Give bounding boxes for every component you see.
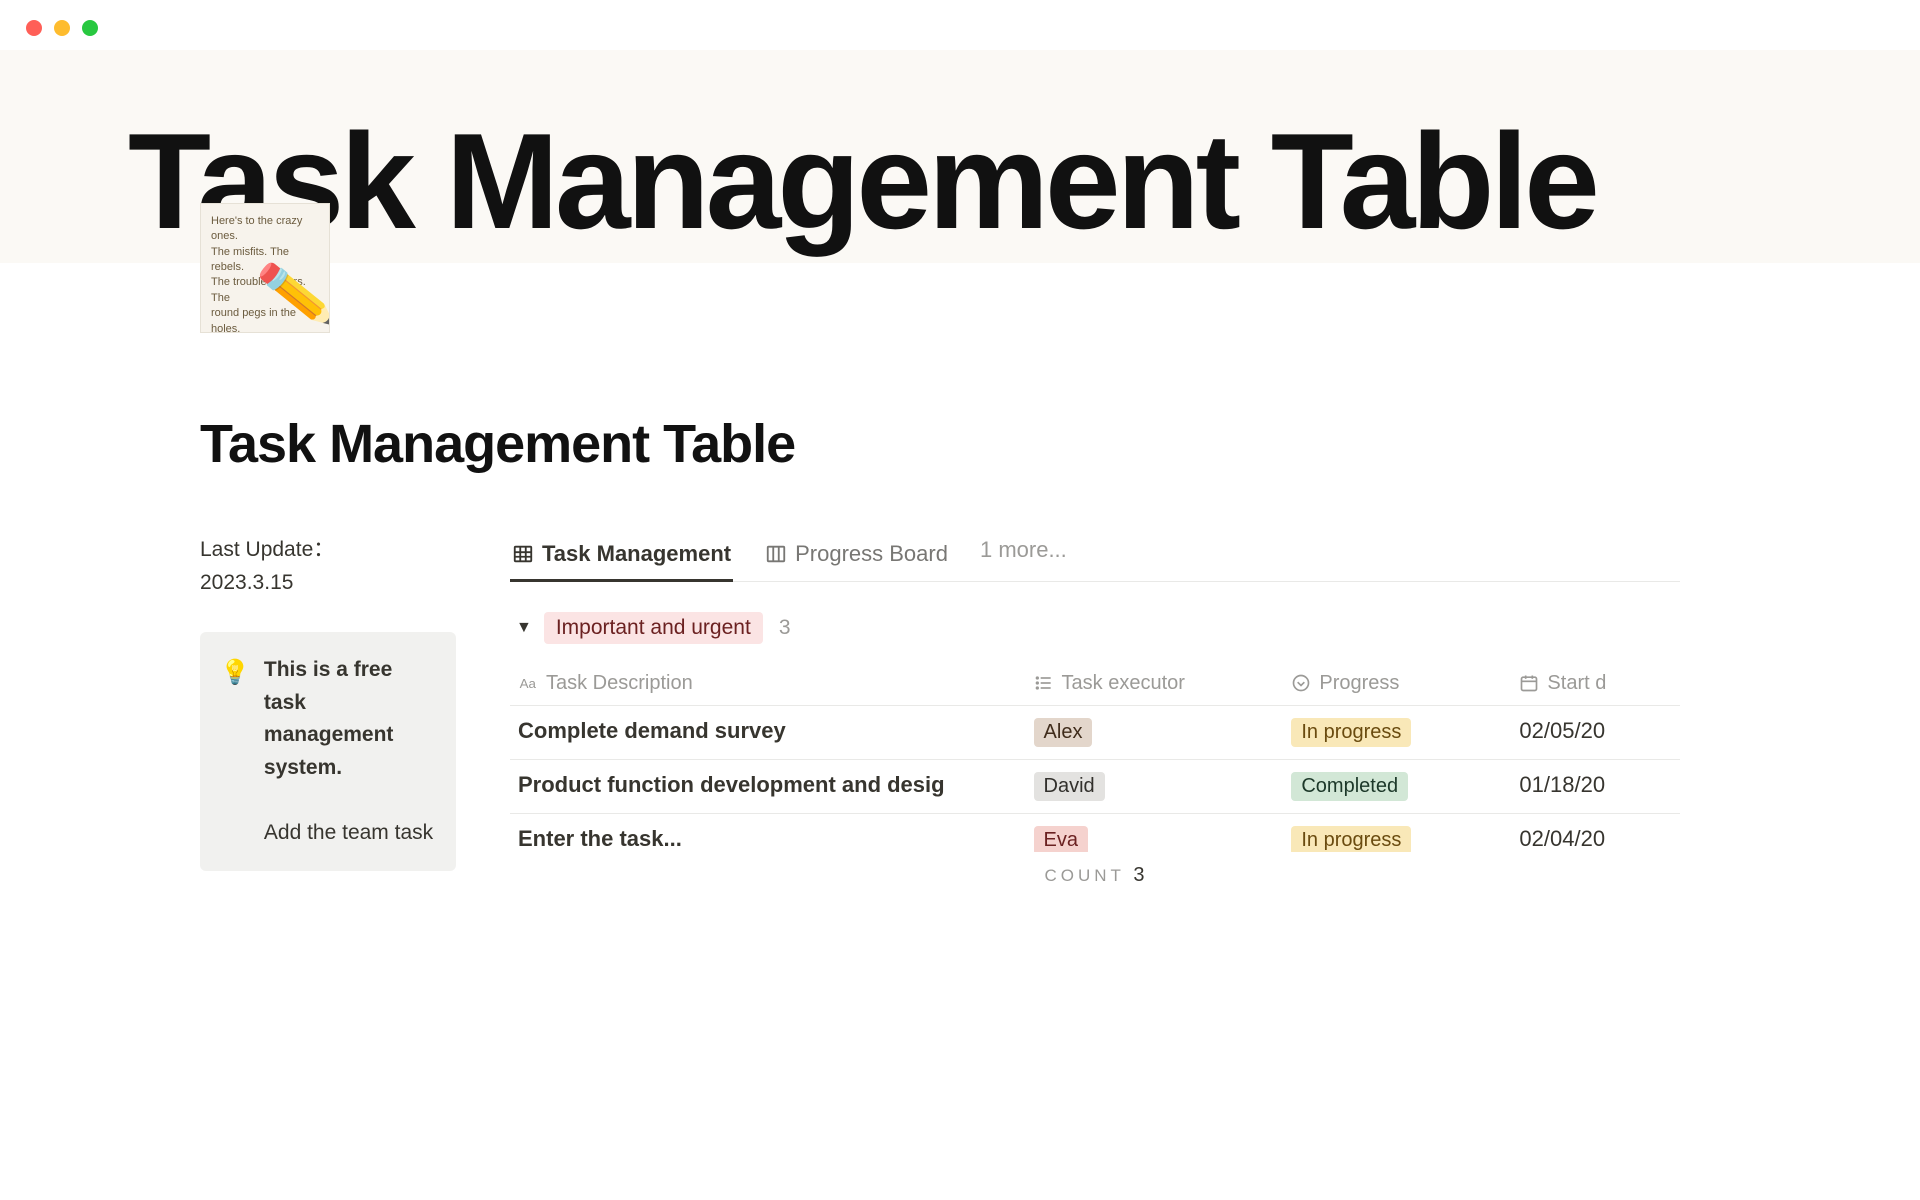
- info-callout[interactable]: 💡 This is a free task management system.…: [200, 632, 456, 871]
- left-column: Last Update： 2023.3.15 💡 This is a free …: [200, 533, 456, 871]
- close-window-icon[interactable]: [26, 20, 42, 36]
- cell-task-description[interactable]: Product function development and desig: [510, 772, 1026, 801]
- table-row[interactable]: Product function development and desig Da…: [510, 760, 1680, 814]
- column-progress[interactable]: Progress: [1283, 672, 1511, 695]
- more-views[interactable]: 1 more...: [980, 537, 1067, 577]
- executor-tag: Eva: [1034, 826, 1088, 852]
- right-column: Task Management Progress Board 1 more...: [510, 533, 1680, 887]
- executor-tag: David: [1034, 772, 1105, 801]
- table-body: Complete demand survey Alex In progress 02/…: [510, 706, 1680, 852]
- minimize-window-icon[interactable]: [54, 20, 70, 36]
- callout-rest: Add the team task: [264, 821, 433, 844]
- cell-progress[interactable]: Completed: [1283, 772, 1511, 801]
- group-header: ▼ Important and urgent 3: [510, 612, 1680, 644]
- callout-body: This is a free task management system. A…: [264, 654, 436, 849]
- text-icon: Aa: [518, 673, 538, 693]
- page-title[interactable]: Task Management Table: [200, 413, 1680, 475]
- cell-task-description[interactable]: Enter the task...: [510, 826, 1026, 852]
- tab-label: Progress Board: [795, 541, 948, 567]
- column-task-executor[interactable]: Task executor: [1026, 672, 1284, 695]
- cell-start-date[interactable]: 02/05/20: [1511, 718, 1680, 747]
- tab-label: Task Management: [542, 541, 731, 567]
- svg-text:Aa: Aa: [520, 676, 537, 691]
- hero-banner: Task Management Table Here's to the craz…: [0, 50, 1920, 263]
- pencil-icon: ✏️: [253, 249, 330, 333]
- count-value: 3: [1133, 864, 1145, 886]
- column-label: Progress: [1319, 672, 1399, 695]
- cell-start-date[interactable]: 02/04/20: [1511, 826, 1680, 852]
- table-row[interactable]: Enter the task... Eva In progress 02/04/20: [510, 814, 1680, 852]
- progress-tag: In progress: [1291, 826, 1411, 852]
- column-label: Task Description: [546, 672, 693, 695]
- list-icon: [1034, 673, 1054, 693]
- tab-progress-board[interactable]: Progress Board: [763, 533, 950, 581]
- table-header-row: Aa Task Description Task executor: [510, 662, 1680, 706]
- progress-tag: In progress: [1291, 718, 1411, 747]
- table-row[interactable]: Complete demand survey Alex In progress 02/…: [510, 706, 1680, 760]
- board-icon: [765, 543, 787, 565]
- group-count: 3: [779, 616, 791, 640]
- cell-task-executor[interactable]: Eva: [1026, 826, 1284, 852]
- cell-progress[interactable]: In progress: [1283, 718, 1511, 747]
- progress-tag: Completed: [1291, 772, 1408, 801]
- group-toggle-icon[interactable]: ▼: [516, 619, 532, 637]
- lightbulb-icon: 💡: [220, 654, 250, 849]
- last-update[interactable]: Last Update： 2023.3.15: [200, 533, 456, 600]
- page-icon[interactable]: Here's to the crazy ones. The misfits. T…: [200, 203, 330, 333]
- last-update-label: Last Update：: [200, 538, 334, 561]
- maximize-window-icon[interactable]: [82, 20, 98, 36]
- group-tag[interactable]: Important and urgent: [544, 612, 763, 644]
- count-label: COUNT: [1045, 866, 1125, 885]
- cell-progress[interactable]: In progress: [1283, 826, 1511, 852]
- cell-start-date[interactable]: 01/18/20: [1511, 772, 1680, 801]
- hero-title: Task Management Table: [128, 110, 1920, 253]
- column-label: Task executor: [1062, 672, 1185, 695]
- column-label: Start d: [1547, 672, 1606, 695]
- cell-task-executor[interactable]: Alex: [1026, 718, 1284, 747]
- column-start-date[interactable]: Start d: [1511, 672, 1680, 695]
- page-content: Task Management Table Last Update： 2023.…: [0, 263, 1680, 887]
- table-icon: [512, 543, 534, 565]
- column-task-description[interactable]: Aa Task Description: [510, 672, 1026, 695]
- executor-tag: Alex: [1034, 718, 1093, 747]
- cell-task-executor[interactable]: David: [1026, 772, 1284, 801]
- tab-task-management[interactable]: Task Management: [510, 533, 733, 581]
- select-icon: [1291, 673, 1311, 693]
- window-controls: [0, 0, 1920, 50]
- callout-strong: This is a free task management system.: [264, 658, 394, 779]
- cell-task-description[interactable]: Complete demand survey: [510, 718, 1026, 747]
- table-footer-count: COUNT 3: [510, 864, 1680, 887]
- view-tabs: Task Management Progress Board 1 more...: [510, 533, 1680, 582]
- calendar-icon: [1519, 673, 1539, 693]
- last-update-value: 2023.3.15: [200, 571, 293, 594]
